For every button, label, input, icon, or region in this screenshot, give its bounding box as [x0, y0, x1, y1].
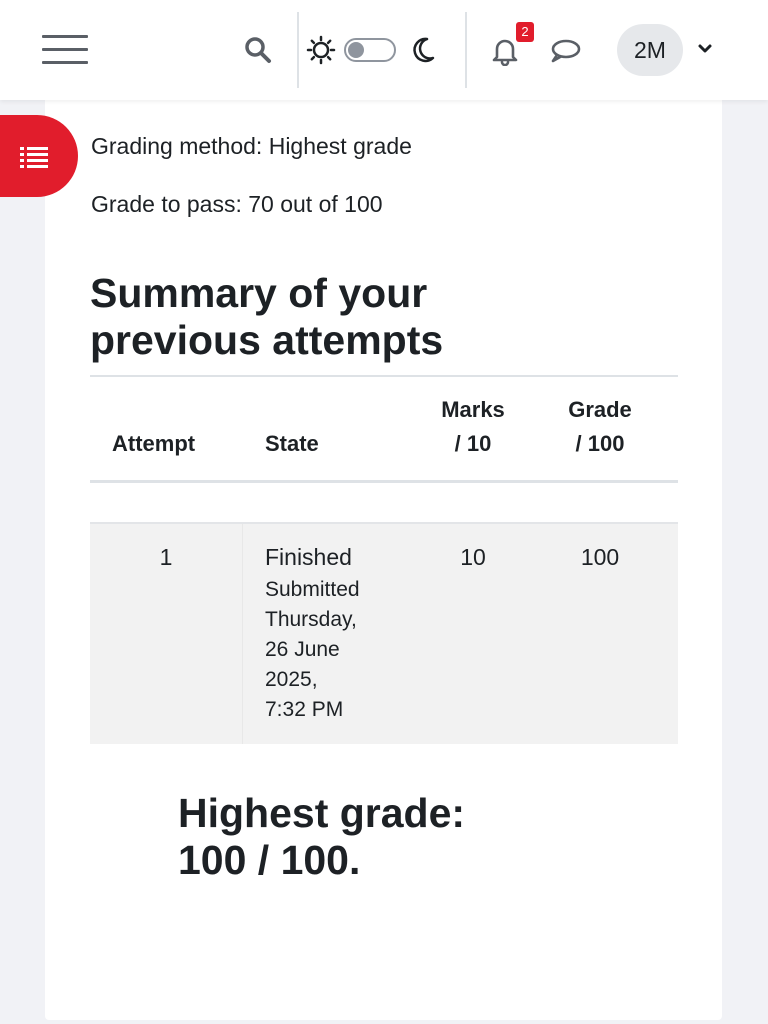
grading-method: Grading method: Highest grade	[91, 133, 412, 159]
column-header-grade: Grade / 100	[545, 393, 655, 461]
cell-attempt-number: 1	[159, 544, 173, 570]
toggle-knob	[348, 42, 364, 58]
chevron-down-icon[interactable]	[695, 38, 715, 60]
cell-grade: 100	[580, 544, 620, 570]
navbar-divider	[297, 12, 299, 88]
column-header-marks-line1: Marks	[441, 397, 505, 422]
search-icon[interactable]	[242, 34, 274, 66]
sun-icon	[305, 34, 337, 66]
cell-date-line2: 26 June	[265, 638, 340, 661]
top-navbar: 2 2M	[0, 0, 768, 100]
moon-icon	[408, 34, 438, 66]
column-header-grade-line2: / 100	[575, 431, 625, 456]
cell-submitted-label: Submitted	[265, 578, 360, 601]
chat-bubble-icon[interactable]	[548, 34, 582, 66]
highest-grade-value: 100 / 100.	[178, 837, 361, 883]
summary-heading-line2: previous attempts	[90, 317, 444, 363]
table-cell-divider	[242, 524, 243, 744]
cell-marks: 10	[460, 544, 486, 570]
highest-grade-result: Highest grade: 100 / 100.	[178, 790, 598, 884]
summary-heading: Summary of your previous attempts	[90, 270, 650, 364]
dark-mode-toggle[interactable]	[344, 38, 396, 62]
list-icon	[18, 145, 50, 174]
column-header-marks-line2: / 10	[454, 431, 492, 456]
notification-count-badge: 2	[516, 22, 534, 42]
table-top-border	[90, 375, 678, 377]
cell-date-line1: Thursday,	[265, 608, 357, 631]
cell-date-line3: 2025,	[265, 668, 318, 691]
highest-grade-label: Highest grade:	[178, 790, 466, 836]
summary-heading-line1: Summary of your	[90, 270, 428, 316]
column-header-state: State	[265, 431, 319, 456]
hamburger-menu-icon[interactable]	[42, 35, 88, 65]
cell-submitted-date: Submitted Thursday, 26 June 2025, 7:32 P…	[265, 575, 360, 725]
navbar-divider	[465, 12, 467, 88]
column-header-grade-line1: Grade	[568, 397, 632, 422]
table-header-border	[90, 480, 678, 483]
cell-state: Finished	[265, 544, 352, 570]
cell-date-line4: 7:32 PM	[265, 698, 344, 721]
grade-to-pass: Grade to pass: 70 out of 100	[91, 191, 383, 217]
column-header-marks: Marks / 10	[418, 393, 528, 461]
column-header-attempt: Attempt	[112, 431, 196, 456]
user-avatar[interactable]: 2M	[617, 24, 683, 76]
